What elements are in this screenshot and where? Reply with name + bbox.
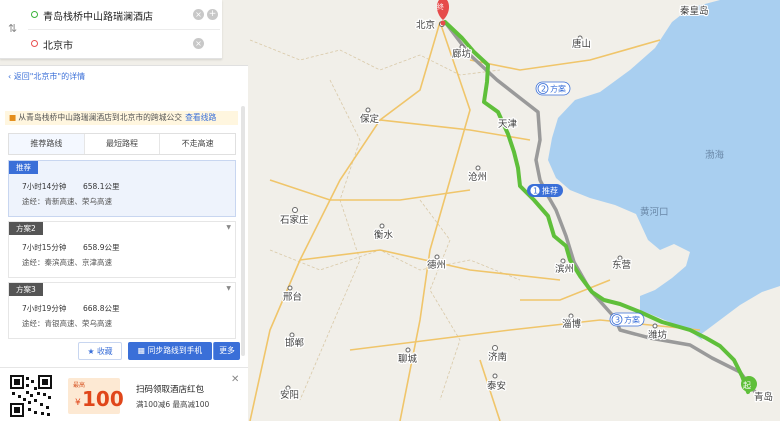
city-tianjin: 天津 — [498, 119, 518, 130]
promo-subtitle: 满100减6 最高减100 — [136, 400, 210, 409]
plan-tag: 方案3 — [9, 283, 43, 296]
tab-shortest[interactable]: 最短路程 — [85, 134, 161, 154]
expand-chevron-icon[interactable]: ▼ — [226, 224, 231, 231]
plan-via: 途经：秦滨高速、京津高速 — [22, 258, 112, 267]
city-cangzhou: 沧州 — [468, 171, 487, 183]
close-icon[interactable]: ✕ — [231, 374, 239, 385]
plan-distance: 668.8公里 — [83, 304, 120, 313]
coupon-badge: 最高 ¥ 100 — [68, 378, 124, 414]
city-anyang: 安阳 — [280, 389, 299, 401]
end-marker-label: 终 — [437, 2, 444, 11]
origin-input[interactable]: 青岛栈桥中山路瑞澜酒店 — [43, 8, 153, 23]
svg-text:推荐: 推荐 — [542, 186, 558, 196]
svg-text:3: 3 — [615, 316, 620, 325]
city-langfang: 廊坊 — [452, 48, 472, 60]
plan-via: 途经：青新高速、荣乌高速 — [22, 197, 112, 206]
city-liaocheng: 聊城 — [398, 353, 418, 365]
label-huanghekou: 黄河口 — [640, 206, 669, 218]
destination-row[interactable]: 北京市 × — [0, 29, 222, 58]
plan-distance: 658.9公里 — [83, 243, 120, 252]
svg-text:方案: 方案 — [550, 84, 566, 94]
city-jinan: 济南 — [488, 351, 507, 363]
add-waypoint-icon[interactable]: + — [207, 9, 218, 20]
clear-origin-icon[interactable]: × — [193, 9, 204, 20]
plan-card-2[interactable]: 方案2 ▼ 7小时15分钟 658.9公里 途经：秦滨高速、京津高速 — [8, 221, 236, 278]
route-panel: ⇅ 青岛栈桥中山路瑞澜酒店 × + 北京市 × ‹ 返回"北京市"的详情 ■ 从青… — [0, 0, 248, 421]
clear-destination-icon[interactable]: × — [193, 38, 204, 49]
city-binzhou: 滨州 — [555, 263, 574, 275]
plan-time: 7小时14分钟 — [22, 182, 67, 191]
city-weifang: 潍坊 — [648, 329, 668, 341]
more-button[interactable]: 更多 — [213, 342, 240, 360]
route-badge-recommended[interactable]: 1 推荐 — [527, 184, 563, 197]
city-tangshan: 唐山 — [572, 38, 591, 50]
phone-sync-icon: ▦ — [137, 346, 148, 355]
origin-row[interactable]: 青岛栈桥中山路瑞澜酒店 × + — [0, 0, 222, 29]
hotel-coupon-promo[interactable]: 最高 ¥ 100 扫码领取酒店红包 满100减6 最高减100 ✕ — [0, 367, 248, 421]
city-beijing: 北京 — [416, 19, 435, 31]
plan-time: 7小时19分钟 — [22, 304, 67, 313]
destination-input[interactable]: 北京市 — [43, 37, 73, 52]
destination-dot-icon — [31, 40, 38, 47]
route-badge-2[interactable]: 2 方案 — [535, 81, 571, 96]
svg-text:1: 1 — [533, 187, 538, 196]
expand-chevron-icon[interactable]: ▼ — [226, 285, 231, 292]
city-handan: 邯郸 — [285, 337, 305, 349]
city-dezhou: 德州 — [427, 259, 446, 271]
city-taian: 泰安 — [487, 380, 506, 392]
start-marker-label: 起 — [743, 381, 751, 390]
intercity-bus-tip: ■ 从青岛栈桥中山路瑞澜酒店到北京市的跨城公交 查看线路 — [5, 111, 238, 125]
tab-recommended[interactable]: 推荐路线 — [9, 134, 85, 154]
city-baoding: 保定 — [360, 113, 380, 125]
action-bar: ★ 收藏 ▦ 同步路线到手机 更多 — [0, 342, 248, 364]
city-qingdao: 青岛 — [754, 391, 773, 403]
svg-text:方案: 方案 — [624, 315, 640, 325]
back-link[interactable]: ‹ 返回"北京市"的详情 — [8, 71, 85, 82]
tab-no-highway[interactable]: 不走高速 — [160, 134, 235, 154]
origin-dot-icon — [31, 11, 38, 18]
city-shijiazhuang: 石家庄 — [280, 214, 309, 226]
city-qinhuangdao: 秦皇岛 — [680, 5, 709, 17]
plan-card-1[interactable]: 推荐 7小时14分钟 658.1公里 途经：青新高速、荣乌高速 — [8, 160, 236, 217]
plan-tag: 推荐 — [9, 161, 38, 174]
city-xingtai: 邢台 — [283, 291, 302, 303]
route-badge-3[interactable]: 3 方案 — [609, 312, 645, 327]
bus-icon: ■ — [9, 113, 17, 122]
city-hengshui: 衡水 — [374, 229, 394, 241]
city-dongying: 东营 — [612, 259, 631, 271]
sea-label-bohai: 渤海 — [705, 149, 725, 161]
panel-scrollbar[interactable] — [241, 106, 245, 356]
promo-title: 扫码领取酒店红包 — [136, 385, 205, 395]
city-zibo: 淄博 — [562, 318, 582, 330]
plan-via: 途经：青银高速、荣乌高速 — [22, 319, 112, 328]
view-bus-lines-link[interactable]: 查看线路 — [185, 113, 216, 122]
star-icon: ★ — [87, 347, 97, 356]
plan-distance: 658.1公里 — [83, 182, 120, 191]
route-search-box: ⇅ 青岛栈桥中山路瑞澜酒店 × + 北京市 × — [0, 0, 222, 59]
plan-time: 7小时15分钟 — [22, 243, 67, 252]
svg-text:2: 2 — [541, 85, 546, 94]
route-tabs: 推荐路线 最短路程 不走高速 — [8, 133, 236, 155]
sync-to-phone-button[interactable]: ▦ 同步路线到手机 — [128, 342, 212, 360]
qr-code-icon — [10, 375, 52, 417]
plan-tag: 方案2 — [9, 222, 43, 235]
plan-card-3[interactable]: 方案3 ▼ 7小时19分钟 668.8公里 途经：青银高速、荣乌高速 — [8, 282, 236, 339]
start-marker[interactable]: 起 — [741, 376, 757, 392]
favorite-button[interactable]: ★ 收藏 — [78, 342, 122, 360]
